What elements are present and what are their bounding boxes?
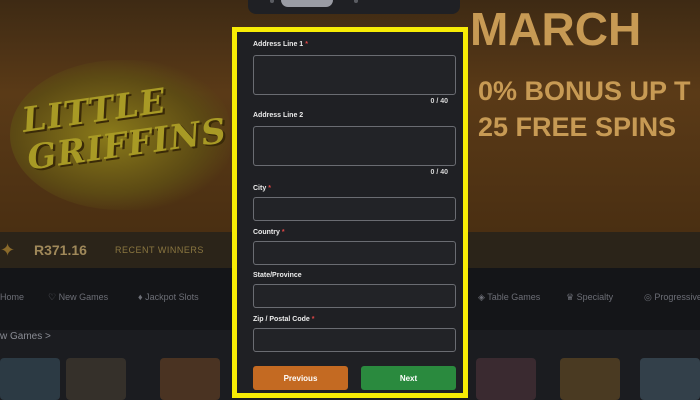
game-tile[interactable] — [476, 358, 536, 400]
star-icon: ♡ — [48, 292, 59, 302]
game-tile[interactable] — [640, 358, 700, 400]
nav-item-home[interactable]: Home — [0, 292, 24, 302]
nav-item-specialty[interactable]: ♛ Specialty — [566, 292, 613, 303]
city-label: City * — [253, 185, 271, 192]
zip-postal-code-label: Zip / Postal Code * — [253, 316, 315, 323]
required-marker: * — [281, 229, 285, 236]
promo-spins-text: 25 FREE SPINS — [478, 112, 677, 142]
previous-button[interactable]: Previous — [253, 366, 348, 390]
required-marker: * — [311, 316, 315, 323]
nav-item-table-games[interactable]: ◈ Table Games — [478, 292, 540, 303]
address-line-2-label: Address Line 2 — [253, 112, 304, 119]
nav-item-progressive[interactable]: ◎ Progressive — [644, 292, 700, 303]
address-line-1-input[interactable] — [253, 55, 456, 95]
city-input[interactable] — [253, 197, 456, 221]
promo-bonus-text: 0% BONUS UP T — [478, 76, 691, 106]
address-line-1-label: Address Line 1 * — [253, 41, 308, 48]
country-input[interactable] — [253, 241, 456, 265]
progressive-icon: ◎ — [644, 292, 655, 302]
jackpot-icon: ✦ — [0, 240, 16, 260]
nav-item-jackpot-slots[interactable]: ♦ Jackpot Slots — [138, 292, 199, 302]
promo-headline: MARCH — [470, 3, 642, 55]
game-tile[interactable] — [0, 358, 60, 400]
required-marker: * — [268, 185, 271, 192]
crown-icon: ♛ — [566, 292, 577, 302]
country-label: Country * — [253, 229, 285, 236]
game-tile[interactable] — [66, 358, 126, 400]
address-form-modal: Address Line 1 * 0 / 40 Address Line 2 0 … — [232, 27, 468, 398]
jackpot-amount: R371.16 — [34, 242, 87, 258]
zip-postal-code-input[interactable] — [253, 328, 456, 352]
game-tile[interactable] — [560, 358, 620, 400]
step-indicator-active — [281, 0, 333, 7]
next-button[interactable]: Next — [361, 366, 456, 390]
state-province-input[interactable] — [253, 284, 456, 308]
nav-item-new-games[interactable]: ♡ New Games — [48, 292, 108, 303]
required-marker: * — [305, 41, 308, 48]
state-province-label: State/Province — [253, 272, 302, 279]
new-games-section-title[interactable]: w Games > — [0, 331, 51, 342]
address-line-2-input[interactable] — [253, 126, 456, 166]
recent-winners-label: RECENT WINNERS — [115, 245, 204, 255]
table-icon: ◈ — [478, 292, 488, 302]
address-line-2-char-counter: 0 / 40 — [430, 169, 448, 176]
address-line-1-char-counter: 0 / 40 — [430, 98, 448, 105]
game-tile[interactable] — [160, 358, 220, 400]
